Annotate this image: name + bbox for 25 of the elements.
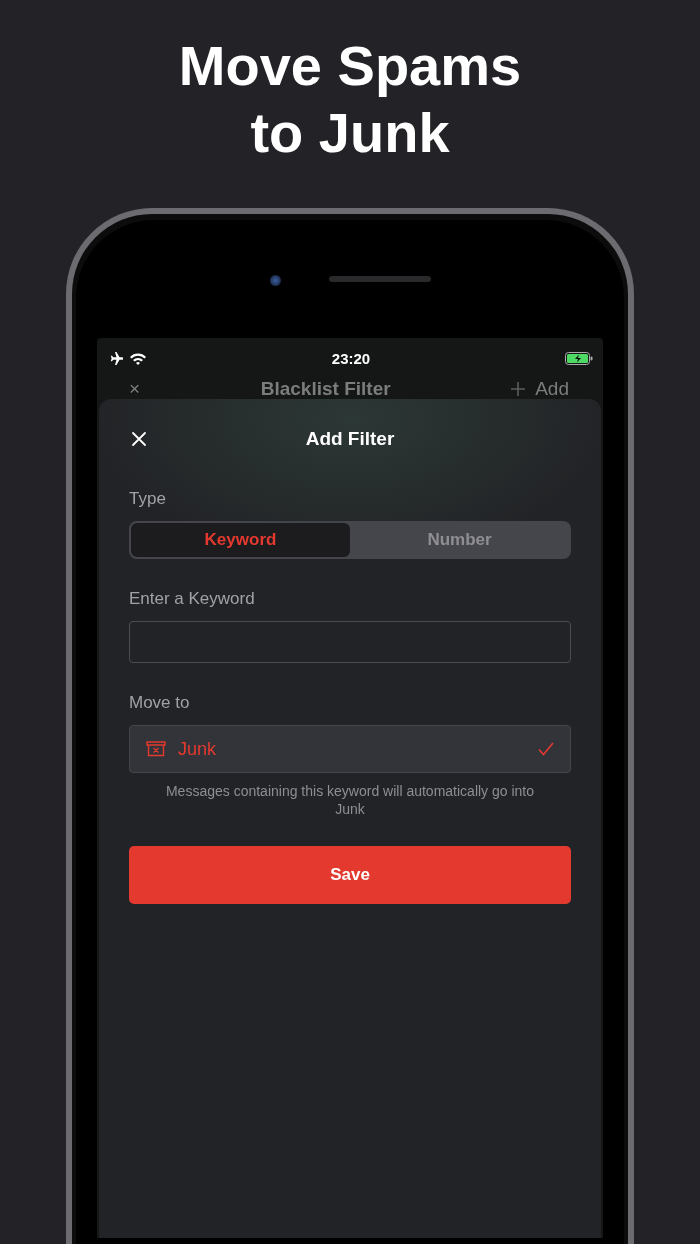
sheet-title: Add Filter: [305, 428, 395, 450]
field-label: Move to: [129, 693, 191, 713]
field-label: Type: [129, 489, 167, 509]
nav-title: Blacklist Filter: [260, 378, 391, 400]
save-button[interactable]: Save: [129, 846, 571, 904]
headline: to Junk: [250, 100, 450, 166]
help-text: Messages containing this keyword will automatically go into Junk: [164, 782, 536, 818]
camera-icon: [269, 275, 281, 286]
segment-tab[interactable]: Keyword: [131, 523, 350, 557]
add-button[interactable]: Add: [535, 378, 569, 400]
speaker-icon: [328, 276, 431, 282]
segment-tab[interactable]: Number: [350, 523, 569, 557]
airplane-icon: [109, 351, 123, 365]
field-label: Enter a Keyword: [129, 589, 256, 609]
wifi-icon: [129, 351, 147, 365]
destination-option[interactable]: Junk: [129, 725, 571, 773]
junk-box-icon: [146, 741, 166, 757]
plus-icon[interactable]: [511, 382, 526, 396]
close-icon[interactable]: ×: [129, 378, 141, 400]
status-time: 23:20: [331, 349, 371, 367]
destination-label: Junk: [178, 738, 218, 760]
battery-icon: [565, 351, 593, 365]
headline: Move Spams: [178, 33, 522, 99]
input-field[interactable]: [129, 621, 571, 663]
close-icon[interactable]: [131, 431, 147, 447]
